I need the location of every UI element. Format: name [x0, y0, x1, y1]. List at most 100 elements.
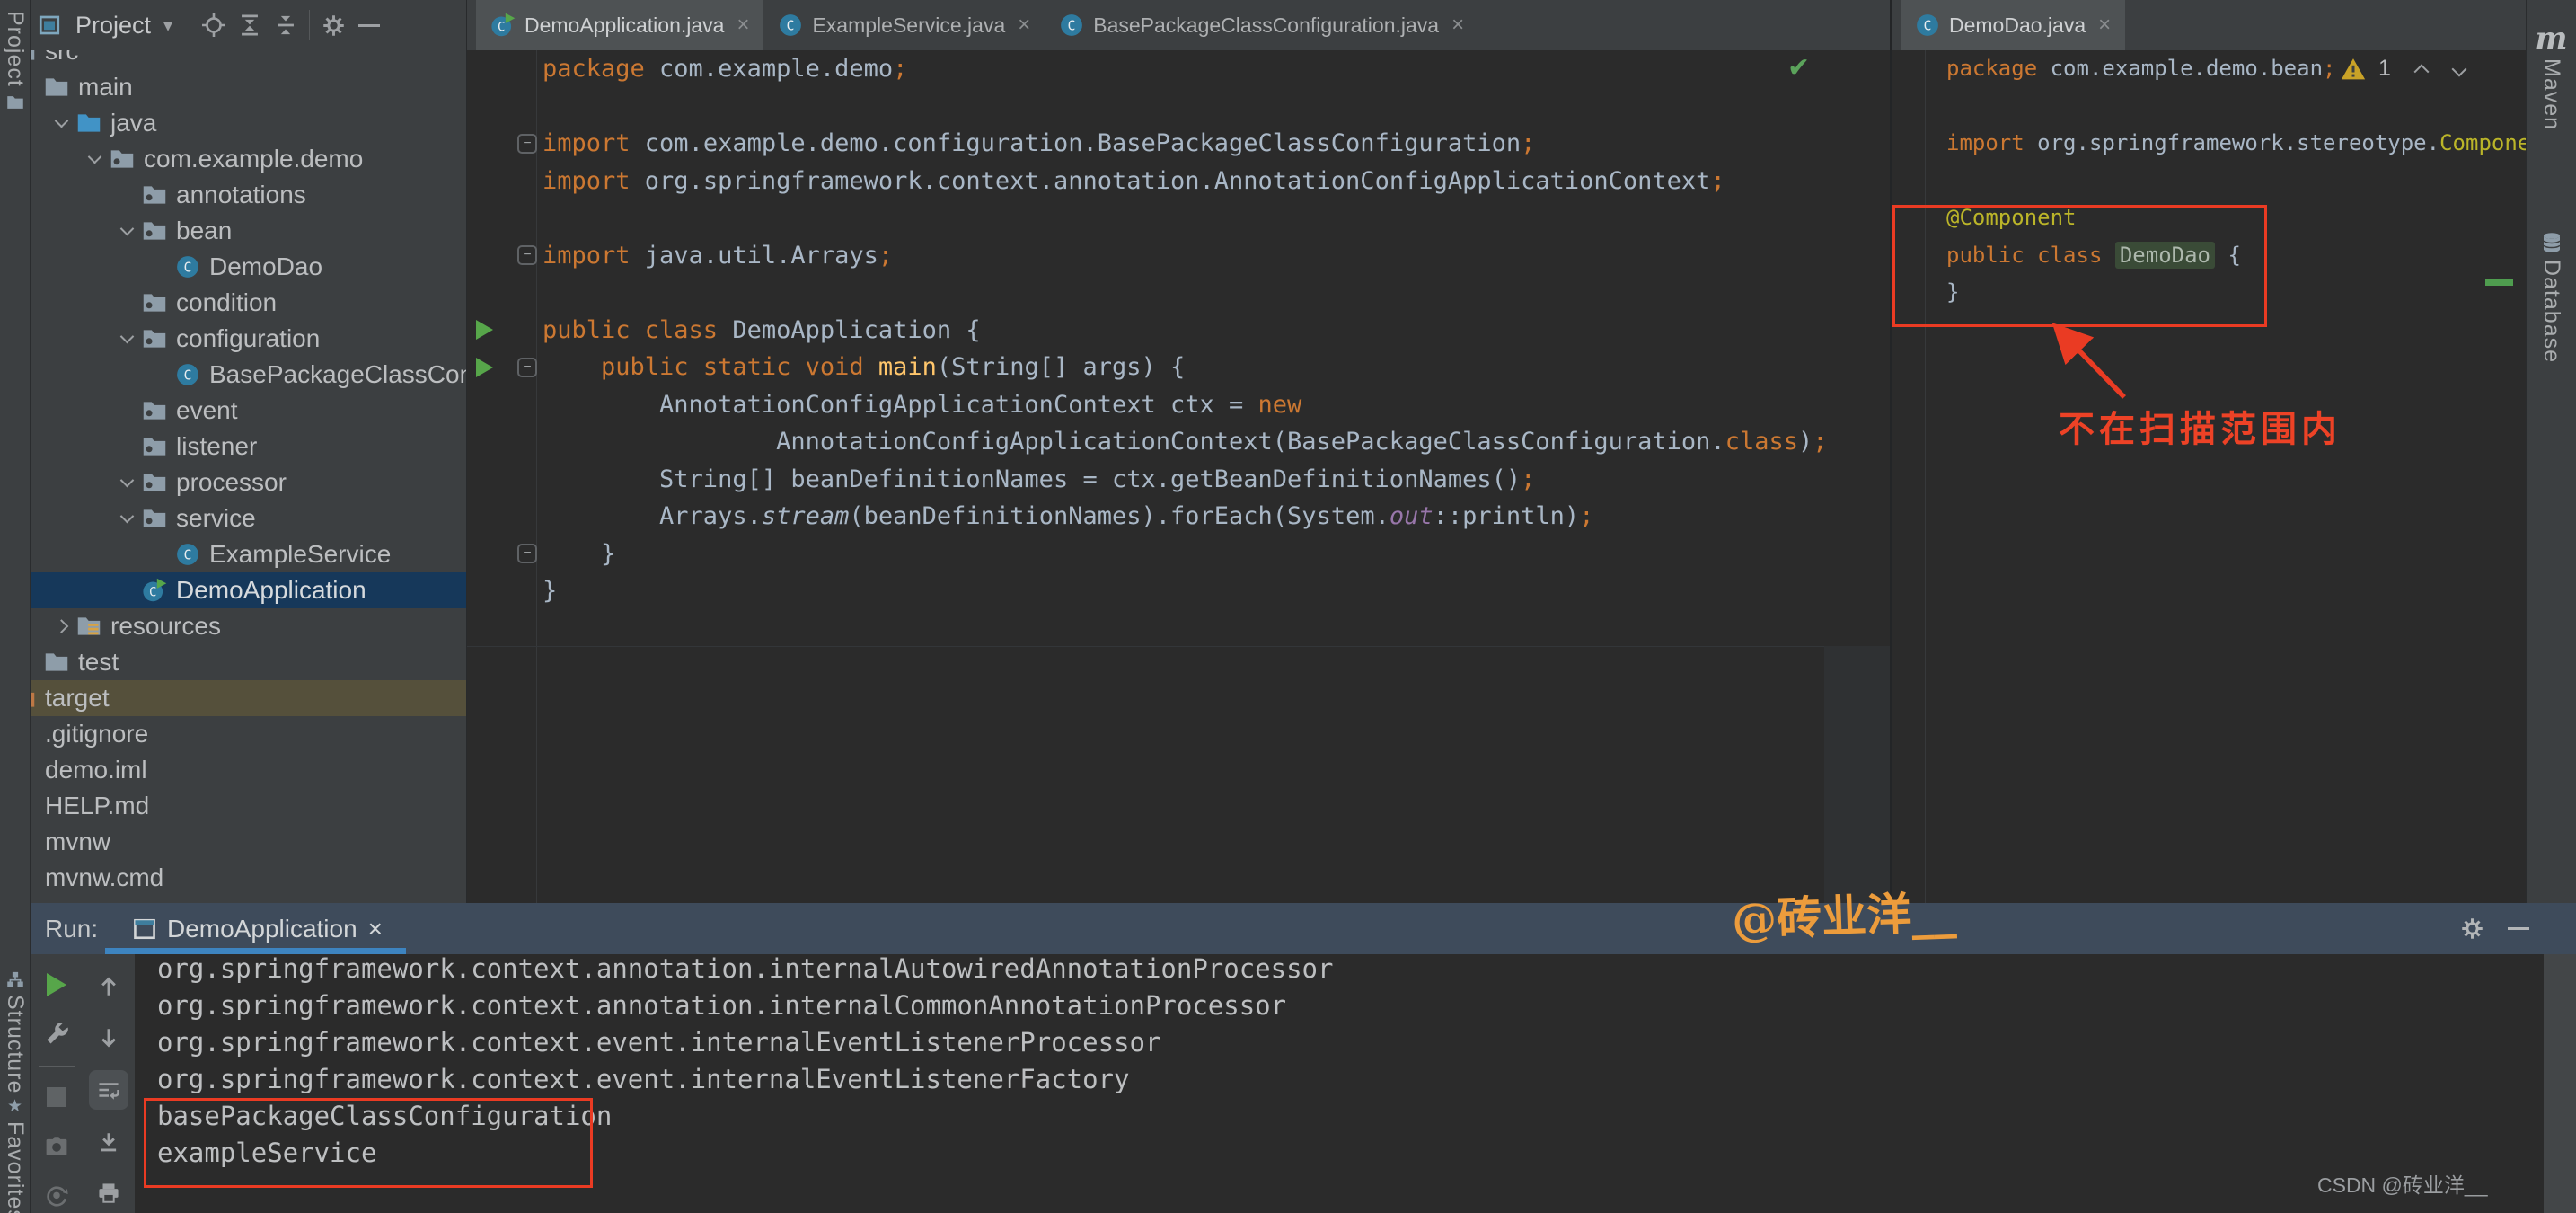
tree-item-mvnw.cmd[interactable]: mvnw.cmd: [31, 860, 466, 896]
folder-src-icon: [76, 111, 101, 136]
tree-item-annotations[interactable]: annotations: [31, 177, 466, 213]
tree-item-test[interactable]: test: [31, 644, 466, 680]
code-line: Arrays.stream(beanDefinitionNames).forEa…: [543, 498, 1828, 536]
chevron-down-icon[interactable]: [120, 330, 135, 344]
scroll-to-end-icon[interactable]: [89, 1122, 128, 1162]
hide-panel-icon[interactable]: [2508, 927, 2529, 930]
tab-DemoDao.java[interactable]: CDemoDao.java×: [1901, 0, 2125, 50]
database-strip-label: Database: [2538, 260, 2564, 363]
ide-window: Project Structure ★ Favorites srcmainjav…: [0, 0, 2576, 1213]
tree-item-configuration[interactable]: configuration: [31, 321, 466, 357]
code-line: }: [543, 536, 1828, 573]
tool-window-button-project[interactable]: Project: [0, 11, 30, 111]
project-strip-label: Project: [2, 11, 28, 87]
tab-BasePackageClassConfiguration.java[interactable]: CBasePackageClassConfiguration.java×: [1045, 0, 1478, 50]
not-in-scan-note: 不在扫描范围内: [2059, 400, 2342, 452]
run-toolbar: [31, 954, 83, 1213]
chevron-down-icon[interactable]: [120, 474, 135, 488]
settings-gear-icon[interactable]: [2460, 916, 2484, 941]
tree-item-.gitignore[interactable]: .gitignore: [31, 716, 466, 752]
run-main-gutter-icon[interactable]: [476, 358, 493, 377]
collapse-all-icon[interactable]: [268, 7, 304, 43]
inspections-ok-check-icon[interactable]: ✔: [1787, 52, 1810, 84]
favorites-star-icon: ★: [7, 1098, 22, 1115]
folder-icon: [44, 650, 69, 675]
rerun-failed-icon[interactable]: [37, 1177, 76, 1213]
chevron-down-icon[interactable]: ▾: [163, 14, 172, 37]
screenshot-icon[interactable]: [37, 1129, 76, 1164]
tool-window-button-favorites[interactable]: ★ Favorites: [0, 1098, 30, 1213]
chevron-down-icon[interactable]: [120, 509, 135, 524]
tab-ExampleService.java[interactable]: CExampleService.java×: [763, 0, 1045, 50]
code-editor-main[interactable]: package com.example.demo; import com.exa…: [543, 50, 1828, 610]
fold-marker-icon[interactable]: [517, 134, 537, 154]
print-icon[interactable]: [89, 1173, 128, 1213]
code-line: public static void main(String[] args) {: [543, 349, 1828, 386]
close-tab-icon[interactable]: ×: [737, 13, 749, 38]
code-line: [543, 88, 1828, 126]
run-tab-demoapplication[interactable]: DemoApplication ×: [120, 903, 395, 954]
tree-item-event[interactable]: event: [31, 393, 466, 429]
fold-marker-icon[interactable]: [517, 544, 537, 563]
tool-window-button-maven[interactable]: m Maven: [2527, 25, 2576, 130]
tree-item-ExampleService[interactable]: CExampleService: [31, 536, 466, 572]
prev-warning-icon[interactable]: [2413, 64, 2429, 79]
class-run-icon: C: [142, 578, 167, 603]
tree-item-service[interactable]: service: [31, 500, 466, 536]
inspections-widget[interactable]: 1: [2341, 56, 2465, 82]
tree-item-demo.iml[interactable]: demo.iml: [31, 752, 466, 788]
close-icon[interactable]: ×: [368, 915, 383, 943]
close-tab-icon[interactable]: ×: [2098, 13, 2111, 38]
tree-item-HELP.md[interactable]: HELP.md: [31, 788, 466, 824]
up-stack-icon[interactable]: [89, 967, 128, 1006]
package-icon: [142, 506, 167, 531]
fold-marker-icon[interactable]: [517, 245, 537, 265]
gutter-divider: [1925, 50, 1926, 903]
tree-item-java[interactable]: java: [31, 105, 466, 141]
expand-all-icon[interactable]: [232, 7, 268, 43]
scrollbar-track[interactable]: [1824, 646, 1892, 903]
build-icon[interactable]: [37, 1015, 76, 1051]
tree-item-label: ExampleService: [209, 540, 391, 569]
tab-DemoApplication.java[interactable]: CDemoApplication.java×: [476, 0, 763, 50]
console-line: org.springframework.context.annotation.i…: [157, 951, 2439, 987]
tree-item-target[interactable]: target: [31, 680, 466, 716]
hide-panel-icon[interactable]: [351, 7, 387, 43]
svg-text:C: C: [1924, 18, 1932, 34]
chevron-right-icon[interactable]: [55, 619, 69, 633]
next-warning-icon[interactable]: [2451, 61, 2466, 76]
run-panel-header: Run: DemoApplication ×: [31, 903, 2576, 954]
tree-item-processor[interactable]: processor: [31, 465, 466, 500]
fold-marker-icon[interactable]: [517, 358, 537, 377]
chevron-down-icon[interactable]: [120, 222, 135, 236]
close-tab-icon[interactable]: ×: [1451, 13, 1464, 38]
tool-window-button-database[interactable]: Database: [2527, 232, 2576, 363]
tree-item-BasePackageClassConfiguration[interactable]: CBasePackageClassConfiguration: [31, 357, 466, 393]
tree-item-DemoApplication[interactable]: CDemoApplication: [31, 572, 466, 608]
close-tab-icon[interactable]: ×: [1018, 13, 1030, 38]
tree-item-resources[interactable]: resources: [31, 608, 466, 644]
tree-item-main[interactable]: main: [31, 69, 466, 105]
tree-item-condition[interactable]: condition: [31, 285, 466, 321]
settings-gear-icon[interactable]: [315, 7, 351, 43]
tree-item-mvnw[interactable]: mvnw: [31, 824, 466, 860]
folder-icon: [44, 75, 69, 100]
rerun-icon[interactable]: [37, 967, 76, 1003]
chevron-down-icon[interactable]: [55, 114, 69, 128]
favorites-strip-label: Favorites: [2, 1121, 28, 1213]
editor-main[interactable]: CDemoApplication.java×CExampleService.ja…: [467, 0, 1892, 903]
stop-icon[interactable]: [37, 1079, 76, 1115]
tree-item-DemoDao[interactable]: CDemoDao: [31, 249, 466, 285]
tree-item-label: processor: [176, 468, 287, 497]
code-line: String[] beanDefinitionNames = ctx.getBe…: [543, 461, 1828, 499]
chevron-down-icon[interactable]: [88, 150, 102, 164]
select-opened-file-icon[interactable]: [196, 7, 232, 43]
project-tree[interactable]: srcmainjavacom.example.demoannotationsbe…: [31, 33, 466, 896]
tree-item-listener[interactable]: listener: [31, 429, 466, 465]
tree-item-bean[interactable]: bean: [31, 213, 466, 249]
run-class-gutter-icon[interactable]: [476, 320, 493, 340]
soft-wrap-icon[interactable]: [89, 1070, 128, 1110]
down-stack-icon[interactable]: [89, 1019, 128, 1058]
tree-item-com.example.demo[interactable]: com.example.demo: [31, 141, 466, 177]
tool-window-button-structure[interactable]: Structure: [0, 970, 30, 1093]
